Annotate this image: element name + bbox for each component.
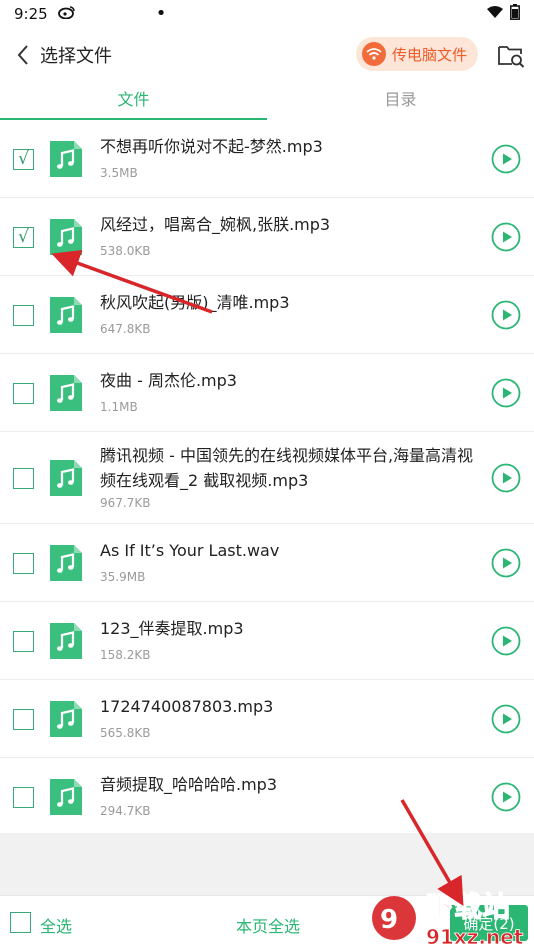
play-button[interactable] [491,300,521,330]
file-checkbox[interactable] [13,305,34,326]
wifi-transfer-icon [362,42,386,66]
file-row[interactable]: 夜曲 - 周杰伦.mp3 1.1MB [0,354,534,432]
file-size: 538.0KB [100,244,151,258]
play-icon [491,378,521,408]
file-checkbox[interactable] [13,709,34,730]
file-size: 647.8KB [100,322,151,336]
music-file-icon [46,777,86,817]
tab-bar: 文件 目录 [0,82,534,120]
select-all-label[interactable]: 全选 [40,913,72,937]
file-checkbox[interactable] [13,787,34,808]
play-icon [491,626,521,656]
file-row[interactable]: √ 风经过，唱离合_婉枫,张朕.mp3 538.0KB [0,198,534,276]
play-button[interactable] [491,144,521,174]
file-row[interactable]: 123_伴奏提取.mp3 158.2KB [0,602,534,680]
play-icon [491,144,521,174]
file-size: 294.7KB [100,804,151,818]
play-icon [491,548,521,578]
notification-dot-icon: • [155,3,167,24]
file-name: 1724740087803.mp3 [100,697,274,716]
file-row[interactable]: 音频提取_哈哈哈哈.mp3 294.7KB [0,758,534,836]
folder-search-icon [498,46,525,68]
page-title: 选择文件 [40,46,112,67]
folder-search-button[interactable] [496,40,526,70]
file-row[interactable]: 腾讯视频 - 中国领先的在线视频媒体平台,海量高清视频在线观看_2 截取视频.m… [0,432,534,524]
file-name: 音频提取_哈哈哈哈.mp3 [100,775,278,794]
file-name: 不想再听你说对不起-梦然.mp3 [100,137,323,156]
file-checkbox[interactable] [13,553,34,574]
music-file-icon [46,295,86,335]
header: 选择文件 传电脑文件 [0,30,534,80]
play-icon [491,222,521,252]
music-file-icon [46,621,86,661]
play-button[interactable] [491,548,521,578]
file-name: 秋风吹起(男版)_清唯.mp3 [100,293,290,312]
chevron-left-icon [17,45,28,65]
play-icon [491,463,521,493]
music-file-icon [46,543,86,583]
battery-icon [510,4,520,24]
file-size: 35.9MB [100,570,146,584]
play-button[interactable] [491,222,521,252]
file-checkbox[interactable]: √ [13,227,34,248]
file-size: 565.8KB [100,726,151,740]
play-button[interactable] [491,704,521,734]
file-row[interactable]: √ 不想再听你说对不起-梦然.mp3 3.5MB [0,120,534,198]
svg-text:9: 9 [380,905,398,935]
file-row[interactable]: 1724740087803.mp3 565.8KB [0,680,534,758]
back-button[interactable] [8,35,38,75]
file-name: As If It’s Your Last.wav [100,541,280,560]
file-size: 1.1MB [100,400,138,414]
file-name: 腾讯视频 - 中国领先的在线视频媒体平台,海量高清视频在线观看_2 截取视频.m… [100,446,474,490]
file-list: √ 不想再听你说对不起-梦然.mp3 3.5MB √ 风经过，唱离合_婉枫,张朕.mp3… [0,120,534,836]
play-icon [491,782,521,812]
tab-directory[interactable]: 目录 [267,82,534,120]
play-button[interactable] [491,782,521,812]
music-file-icon [46,699,86,739]
svg-text:下载站: 下载站 [426,890,510,923]
select-all-checkbox[interactable] [10,912,31,933]
svg-text:91xz.net: 91xz.net [426,925,524,949]
transfer-pc-file-label: 传电脑文件 [392,45,468,64]
play-button[interactable] [491,626,521,656]
music-file-icon [46,458,86,498]
status-time: 9:25 [14,5,48,23]
wifi-icon [486,5,504,23]
file-size: 158.2KB [100,648,151,662]
select-page-button[interactable]: 本页全选 [236,913,300,937]
file-row[interactable]: As If It’s Your Last.wav 35.9MB [0,524,534,602]
file-size: 3.5MB [100,166,138,180]
transfer-pc-file-button[interactable]: 传电脑文件 [356,37,478,71]
play-icon [491,704,521,734]
tab-files[interactable]: 文件 [0,82,267,120]
status-bar: 9:25 • [0,0,534,28]
file-size: 967.7KB [100,496,151,510]
weibo-icon [57,5,76,23]
music-file-icon [46,373,86,413]
play-icon [491,300,521,330]
file-checkbox[interactable]: √ [13,149,34,170]
file-checkbox[interactable] [13,631,34,652]
file-name: 夜曲 - 周杰伦.mp3 [100,371,237,390]
play-button[interactable] [491,463,521,493]
file-row[interactable]: 秋风吹起(男版)_清唯.mp3 647.8KB [0,276,534,354]
file-name: 123_伴奏提取.mp3 [100,619,244,638]
file-checkbox[interactable] [13,468,34,489]
play-button[interactable] [491,378,521,408]
file-checkbox[interactable] [13,383,34,404]
music-file-icon [46,217,86,257]
file-name: 风经过，唱离合_婉枫,张朕.mp3 [100,215,331,234]
watermark-logo: 9 下载站 91xz.net [372,889,524,949]
music-file-icon [46,139,86,179]
